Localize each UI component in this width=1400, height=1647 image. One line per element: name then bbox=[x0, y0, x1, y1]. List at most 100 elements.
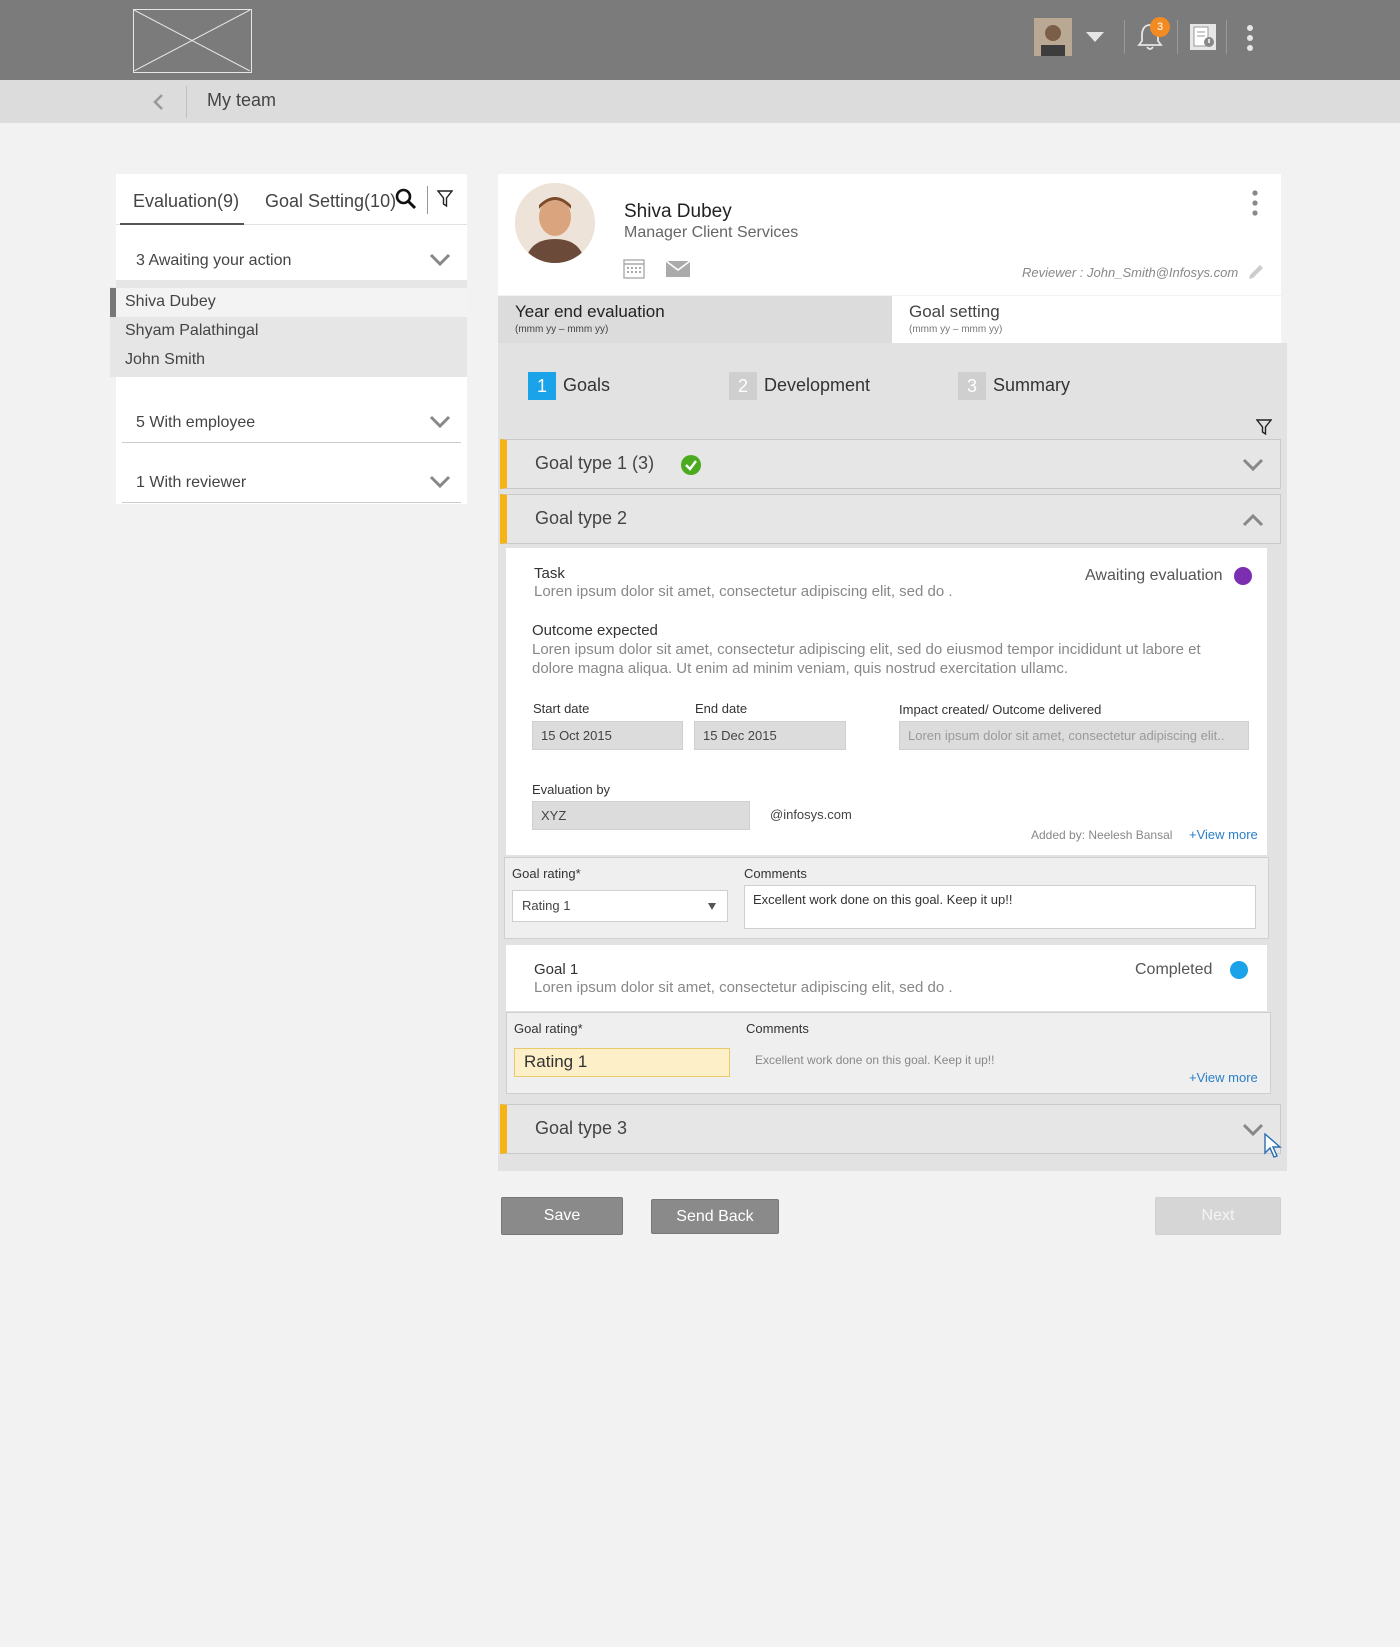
chevron-down-icon bbox=[1242, 1123, 1264, 1137]
divider bbox=[1124, 20, 1125, 54]
list-spacer bbox=[116, 280, 467, 287]
employee-name: Shiva Dubey bbox=[624, 201, 732, 222]
goal-type-label: Goal type 3 bbox=[535, 1118, 628, 1138]
logo-placeholder-icon bbox=[133, 9, 251, 72]
employee-photo-icon bbox=[515, 183, 595, 263]
view-more-link[interactable]: +View more bbox=[1189, 827, 1258, 842]
chevron-down-icon bbox=[429, 475, 451, 489]
next-button[interactable]: Next bbox=[1155, 1197, 1281, 1235]
tab-title: Year end evaluation bbox=[515, 302, 665, 321]
user-menu-caret-icon[interactable] bbox=[1086, 32, 1104, 42]
group-with-employee[interactable]: 5 With employee bbox=[122, 403, 461, 443]
tab-year-end-evaluation[interactable]: Year end evaluation (mmm yy – mmm yy) bbox=[498, 296, 892, 343]
back-chevron-icon[interactable] bbox=[148, 90, 170, 114]
comments-text: Excellent work done on this goal. Keep i… bbox=[755, 1053, 995, 1067]
divider bbox=[1226, 20, 1227, 54]
tab-period: (mmm yy – mmm yy) bbox=[909, 324, 1003, 335]
group-with-reviewer[interactable]: 1 With reviewer bbox=[122, 463, 461, 503]
tab-period: (mmm yy – mmm yy) bbox=[515, 324, 609, 335]
logo-placeholder[interactable] bbox=[133, 9, 252, 73]
comments-label: Comments bbox=[746, 1021, 809, 1036]
list-item[interactable]: John Smith bbox=[125, 351, 205, 369]
goal-rating-value: Rating 1 bbox=[514, 1048, 730, 1077]
view-more-link[interactable]: +View more bbox=[1189, 1070, 1258, 1085]
impact-field[interactable]: Loren ipsum dolor sit amet, consectetur … bbox=[899, 721, 1249, 750]
more-options-icon[interactable] bbox=[1244, 24, 1256, 54]
impact-label: Impact created/ Outcome delivered bbox=[899, 702, 1102, 717]
divider bbox=[427, 186, 428, 214]
list-item[interactable]: Shyam Palathingal bbox=[125, 322, 258, 340]
status-dot bbox=[1230, 961, 1248, 979]
notification-badge: 3 bbox=[1150, 17, 1170, 37]
tab-goal-setting-period[interactable]: Goal setting (mmm yy – mmm yy) bbox=[892, 296, 1281, 343]
chevron-down-icon bbox=[429, 415, 451, 429]
start-date-field[interactable]: 15 Oct 2015 bbox=[532, 721, 683, 750]
task-description: Loren ipsum dolor sit amet, consectetur … bbox=[534, 583, 953, 600]
tab-title: Goal setting bbox=[909, 302, 1000, 321]
goal-type-2-header[interactable]: Goal type 2 bbox=[500, 494, 1281, 544]
outcome-text: dolore magna aliqua. Ut enim ad minim ve… bbox=[532, 660, 1069, 677]
group-awaiting-action[interactable]: 3 Awaiting your action bbox=[122, 241, 461, 281]
comments-input[interactable]: Excellent work done on this goal. Keep i… bbox=[744, 885, 1256, 929]
search-icon[interactable] bbox=[395, 188, 417, 210]
calendar-icon[interactable] bbox=[623, 257, 645, 279]
outcome-label: Outcome expected bbox=[532, 622, 658, 639]
goal-type-1-header[interactable]: Goal type 1 (3) bbox=[500, 439, 1281, 489]
status-text: Awaiting evaluation bbox=[1085, 567, 1223, 584]
step-label: Development bbox=[764, 375, 871, 395]
list-item[interactable]: Shiva Dubey bbox=[125, 293, 216, 311]
step-number: 1 bbox=[528, 372, 556, 400]
end-date-label: End date bbox=[695, 701, 748, 716]
divider bbox=[186, 86, 187, 118]
email-domain: @infosys.com bbox=[770, 807, 852, 822]
status-dot bbox=[1234, 567, 1252, 585]
group-label: 3 Awaiting your action bbox=[136, 252, 292, 269]
edit-pencil-icon[interactable] bbox=[1246, 262, 1266, 282]
chevron-up-icon bbox=[1242, 513, 1264, 527]
evaluation-by-label: Evaluation by bbox=[532, 782, 611, 797]
goal-rating-select[interactable]: Rating 1 bbox=[512, 890, 728, 922]
goal-description: Loren ipsum dolor sit amet, consectetur … bbox=[534, 979, 953, 996]
goal-rating-label: Goal rating* bbox=[514, 1021, 583, 1036]
status-text: Completed bbox=[1135, 961, 1213, 978]
step-label: Goals bbox=[563, 375, 611, 395]
document-alert-icon[interactable] bbox=[1188, 22, 1218, 52]
chevron-down-icon bbox=[429, 253, 451, 267]
goal-type-label: Goal type 1 (3) bbox=[535, 453, 655, 473]
chevron-down-icon bbox=[1242, 458, 1264, 472]
mail-icon[interactable] bbox=[665, 260, 691, 277]
employee-photo bbox=[515, 183, 595, 263]
group-label: 1 With reviewer bbox=[136, 474, 247, 491]
evaluation-by-field[interactable]: XYZ bbox=[532, 801, 750, 830]
step-label: Summary bbox=[993, 375, 1071, 395]
filter-icon[interactable] bbox=[436, 190, 454, 208]
goal-type-3-header[interactable]: Goal type 3 bbox=[500, 1104, 1281, 1154]
divider bbox=[1177, 20, 1178, 54]
task-title: Task bbox=[534, 565, 565, 582]
page-title: My team bbox=[207, 90, 277, 110]
start-date-label: Start date bbox=[533, 701, 590, 716]
added-by: Added by: Neelesh Bansal bbox=[1031, 828, 1173, 842]
save-button[interactable]: Save bbox=[501, 1197, 623, 1235]
step-number: 2 bbox=[729, 372, 757, 400]
reviewer-label: Reviewer : John_Smith@Infosys.com bbox=[1022, 265, 1239, 280]
employee-role: Manager Client Services bbox=[624, 224, 799, 241]
user-avatar-icon bbox=[1034, 18, 1072, 56]
tab-evaluation[interactable]: Evaluation(9) bbox=[133, 191, 239, 212]
check-circle-icon bbox=[680, 454, 702, 476]
end-date-field[interactable]: 15 Dec 2015 bbox=[694, 721, 846, 750]
group-label: 5 With employee bbox=[136, 414, 256, 431]
goal-rating-label: Goal rating* bbox=[512, 866, 581, 881]
send-back-button[interactable]: Send Back bbox=[651, 1199, 779, 1234]
user-avatar[interactable] bbox=[1034, 18, 1072, 56]
comments-label: Comments bbox=[744, 866, 807, 881]
step-number: 3 bbox=[958, 372, 986, 400]
goal-title: Goal 1 bbox=[534, 961, 579, 978]
outcome-text: Loren ipsum dolor sit amet, consectetur … bbox=[532, 641, 1201, 658]
filter-icon[interactable] bbox=[1255, 419, 1273, 436]
active-tab-indicator bbox=[120, 223, 244, 225]
mouse-cursor-icon bbox=[1264, 1132, 1282, 1159]
tab-goal-setting[interactable]: Goal Setting(10) bbox=[265, 191, 396, 212]
more-options-icon[interactable] bbox=[1250, 190, 1260, 216]
dropdown-arrow-icon[interactable] bbox=[708, 903, 716, 910]
